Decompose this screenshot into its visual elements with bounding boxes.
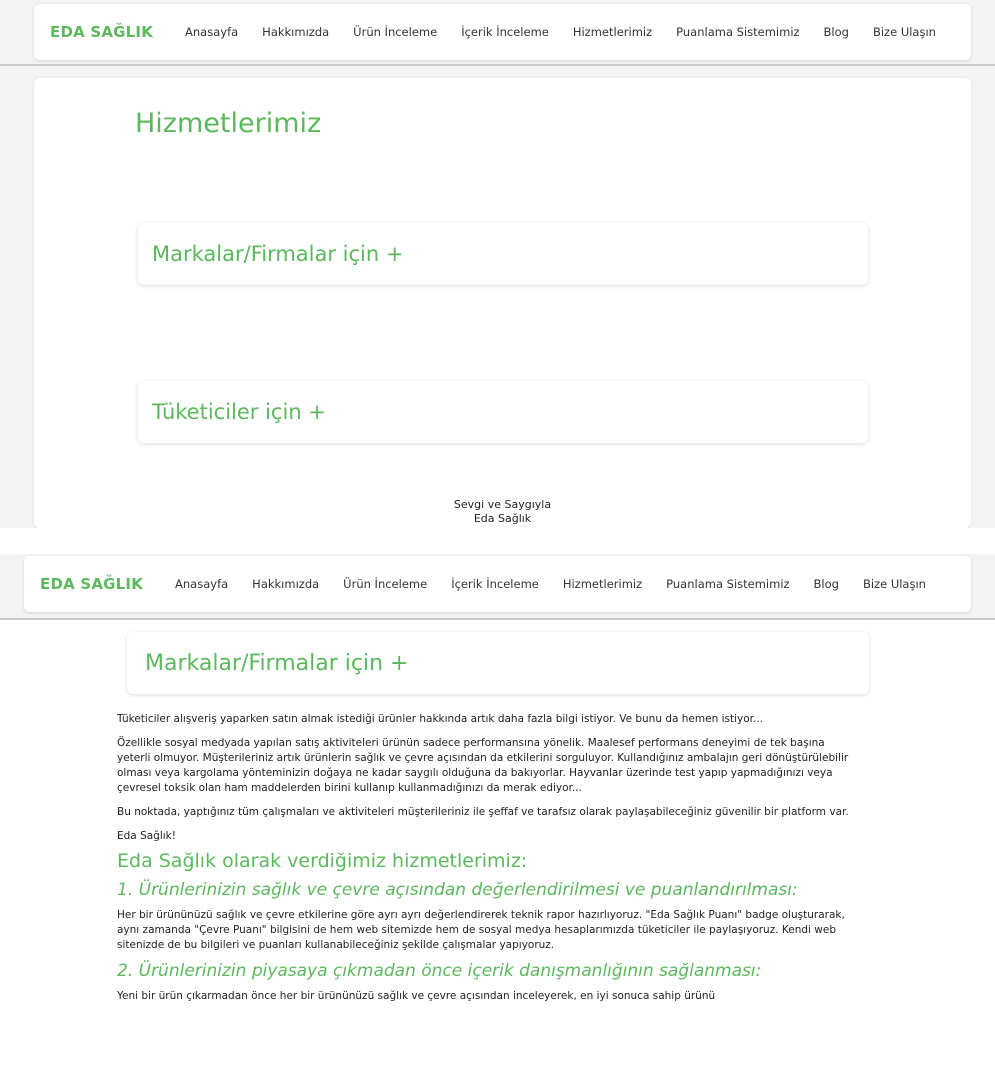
- nav-link-hakkimizda-2[interactable]: Hakkımızda: [240, 577, 331, 591]
- page-title: Hizmetlerimiz: [135, 108, 322, 139]
- service-2-text: Yeni bir ürün çıkarmadan önce her bir ür…: [117, 990, 716, 1002]
- screenshot-separator: [0, 528, 995, 554]
- top-navbar-wrapper: EDA SAĞLIK Anasayfa Hakkımızda Ürün İnce…: [0, 0, 995, 66]
- service-1-text: Her bir ürününüzü sağlık ve çevre etkile…: [117, 909, 845, 951]
- nav-link-blog[interactable]: Blog: [812, 25, 861, 39]
- paragraph-3: Bu noktada, yaptığınız tüm çalışmaları v…: [117, 806, 849, 818]
- nav-link-hizmetlerimiz[interactable]: Hizmetlerimiz: [561, 25, 664, 39]
- paragraph-1: Tüketiciler alışveriş yaparken satın alm…: [117, 713, 763, 725]
- signature-line-1: Sevgi ve Saygıyla: [453, 498, 552, 511]
- service-1-title: 1. Ürünlerinizin sağlık ve çevre açısınd…: [117, 880, 798, 900]
- brand-logo-2[interactable]: EDA SAĞLIK: [40, 575, 143, 593]
- nav-link-hakkimizda[interactable]: Hakkımızda: [250, 25, 341, 39]
- nav-link-bize-ulasin[interactable]: Bize Ulaşın: [861, 25, 948, 39]
- nav-link-puanlama-sistemimiz-2[interactable]: Puanlama Sistemimiz: [654, 577, 801, 591]
- accordion-brands-open[interactable]: Markalar/Firmalar için +: [127, 632, 869, 694]
- bottom-navbar-wrapper: EDA SAĞLIK Anasayfa Hakkımızda Ürün İnce…: [0, 554, 995, 620]
- nav-links: Anasayfa Hakkımızda Ürün İnceleme İçerik…: [173, 25, 948, 39]
- services-heading: Eda Sağlık olarak verdiğimiz hizmetlerim…: [117, 850, 528, 872]
- services-panel: Hizmetlerimiz Markalar/Firmalar için + T…: [34, 78, 971, 528]
- nav-link-bize-ulasin-2[interactable]: Bize Ulaşın: [851, 577, 938, 591]
- expanded-view: EDA SAĞLIK Anasayfa Hakkımızda Ürün İnce…: [0, 554, 995, 1088]
- nav-link-puanlama-sistemimiz[interactable]: Puanlama Sistemimiz: [664, 25, 811, 39]
- nav-link-urun-inceleme[interactable]: Ürün İnceleme: [341, 25, 449, 39]
- brand-logo[interactable]: EDA SAĞLIK: [50, 23, 153, 41]
- paragraph-2: Özellikle sosyal medyada yapılan satış a…: [117, 737, 849, 794]
- nav-link-blog-2[interactable]: Blog: [802, 577, 851, 591]
- service-2-title: 2. Ürünlerinizin piyasaya çıkmadan önce …: [117, 961, 762, 981]
- nav-links-2: Anasayfa Hakkımızda Ürün İnceleme İçerik…: [163, 577, 938, 591]
- paragraph-4: Eda Sağlık!: [117, 830, 176, 842]
- navbar-2: EDA SAĞLIK Anasayfa Hakkımızda Ürün İnce…: [24, 556, 971, 612]
- navbar: EDA SAĞLIK Anasayfa Hakkımızda Ürün İnce…: [34, 4, 971, 60]
- nav-link-anasayfa[interactable]: Anasayfa: [173, 25, 250, 39]
- nav-link-urun-inceleme-2[interactable]: Ürün İnceleme: [331, 577, 439, 591]
- brands-content: Markalar/Firmalar için + Tüketiciler alı…: [117, 632, 869, 1004]
- signature-line-2: Eda Sağlık: [473, 512, 532, 525]
- accordion-consumers[interactable]: Tüketiciler için +: [138, 381, 868, 443]
- nav-link-icerik-inceleme[interactable]: İçerik İnceleme: [449, 25, 561, 39]
- nav-link-hizmetlerimiz-2[interactable]: Hizmetlerimiz: [551, 577, 654, 591]
- nav-link-anasayfa-2[interactable]: Anasayfa: [163, 577, 240, 591]
- accordion-brands[interactable]: Markalar/Firmalar için +: [138, 223, 868, 285]
- nav-link-icerik-inceleme-2[interactable]: İçerik İnceleme: [439, 577, 551, 591]
